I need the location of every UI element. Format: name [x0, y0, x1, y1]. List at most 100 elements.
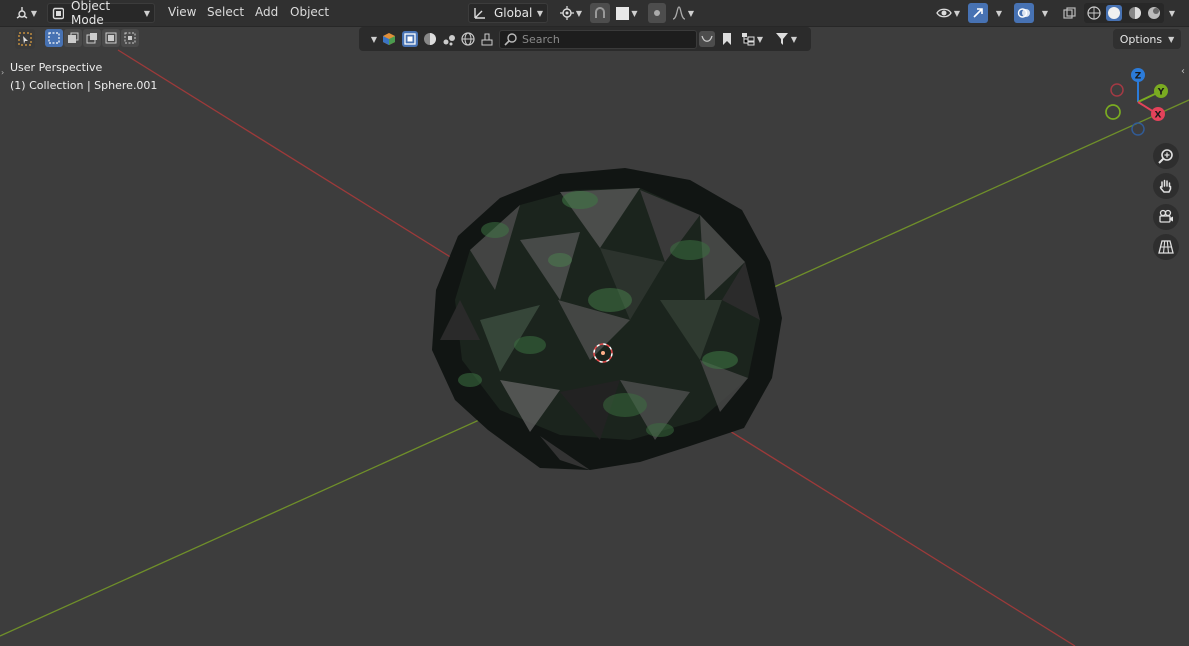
- viewport-header: ▼ Object Mode ▼ View Select Add Object G…: [0, 0, 1189, 27]
- chevron-down-icon: ▼: [631, 8, 638, 18]
- 3d-viewport[interactable]: Z Y X: [0, 0, 1189, 646]
- zoom-icon: [1158, 149, 1173, 164]
- pivot-icon: [559, 6, 574, 20]
- select-mode-new[interactable]: [45, 29, 63, 47]
- bookmark-button[interactable]: [719, 31, 735, 47]
- toolbar-expand-arrow-icon[interactable]: ›: [1, 68, 4, 77]
- chevron-down-icon: ▼: [995, 8, 1003, 18]
- ortho-toggle-button[interactable]: [1153, 234, 1179, 260]
- gizmo-x-label: X: [1155, 111, 1162, 121]
- search-input[interactable]: Search: [499, 30, 697, 49]
- editor-type-button[interactable]: ▼: [10, 3, 42, 23]
- search-icon: [504, 33, 517, 46]
- select-new-icon: [48, 32, 60, 44]
- transform-orientation-label: Global: [494, 6, 533, 20]
- world-icon: [461, 32, 475, 46]
- ortho-grid-icon: [1158, 240, 1174, 254]
- menu-object[interactable]: Object: [290, 5, 329, 19]
- select-intersect-icon: [124, 32, 136, 44]
- select-mode-subtract[interactable]: [83, 29, 101, 47]
- collection-info: (1) Collection | Sphere.001: [10, 79, 158, 92]
- filter-shading-button[interactable]: [422, 31, 438, 47]
- select-tool-button[interactable]: [15, 29, 35, 49]
- select-subtract-icon: [86, 33, 97, 44]
- chevron-down-icon: ▼: [143, 8, 150, 18]
- xray-toggle[interactable]: [1060, 3, 1078, 23]
- chevron-down-icon: ▼: [953, 8, 961, 18]
- select-mode-invert[interactable]: [102, 29, 120, 47]
- falloff-curve-icon: [672, 6, 686, 20]
- object-mode-icon: [404, 33, 416, 45]
- navigation-gizmo[interactable]: Z Y X: [1105, 68, 1168, 136]
- material-shading-icon[interactable]: [1128, 6, 1142, 20]
- visibility-dropdown[interactable]: ▼: [932, 3, 964, 23]
- camera-view-icon: [1159, 209, 1173, 223]
- select-box-icon: [18, 32, 32, 46]
- solid-shading-icon[interactable]: [1106, 5, 1123, 21]
- snap-icon: [595, 7, 605, 18]
- shading-mode-group: [1084, 3, 1164, 23]
- rendered-shading-icon[interactable]: [1147, 6, 1161, 20]
- mode-dropdown[interactable]: Object Mode ▼: [47, 0, 155, 27]
- chevron-down-icon: ▼: [370, 34, 378, 44]
- proportional-edit-icon: [654, 10, 660, 16]
- paint-brush-icon: [481, 33, 493, 46]
- wireframe-shading-icon[interactable]: [1087, 6, 1101, 20]
- gizmo-toggle[interactable]: [968, 3, 988, 23]
- snap-toggle[interactable]: [590, 3, 610, 23]
- overlay-dropdown[interactable]: ▼: [1036, 3, 1052, 23]
- pan-hand-icon: [1159, 179, 1172, 193]
- pan-button[interactable]: [1153, 173, 1179, 199]
- scene-canvas[interactable]: Z Y X: [0, 0, 1189, 646]
- funnel-icon: [775, 33, 788, 45]
- chevron-down-icon: ▼: [1168, 8, 1176, 18]
- menu-select[interactable]: Select: [207, 5, 244, 19]
- options-label: Options: [1119, 32, 1163, 46]
- chevron-down-icon: ▼: [790, 34, 798, 44]
- sidebar-expand-arrow-icon[interactable]: ‹: [1181, 66, 1185, 77]
- overlay-icon: [1017, 8, 1030, 18]
- gizmo-dropdown[interactable]: ▼: [990, 3, 1006, 23]
- options-dropdown[interactable]: Options ▼: [1113, 29, 1181, 49]
- menu-view[interactable]: View: [168, 5, 196, 19]
- object-types-button[interactable]: [381, 31, 397, 47]
- filter-invert-button[interactable]: [699, 31, 715, 47]
- menu-add[interactable]: Add: [255, 5, 278, 19]
- proportional-edit-toggle[interactable]: [648, 3, 666, 23]
- transform-orientation-icon: [474, 8, 485, 19]
- transform-orientation-dropdown[interactable]: Global ▼: [468, 3, 548, 23]
- hierarchy-icon: [741, 33, 755, 46]
- filter-mesh-button[interactable]: [402, 31, 418, 47]
- particles-icon: [443, 35, 455, 46]
- snap-target-dropdown[interactable]: ▼: [612, 3, 642, 23]
- chevron-down-icon: ▼: [30, 8, 38, 18]
- falloff-dropdown[interactable]: ▼: [668, 3, 698, 23]
- curve-icon: [701, 35, 713, 42]
- gizmo-icon: [973, 8, 983, 18]
- pivot-point-button[interactable]: ▼: [556, 3, 586, 23]
- shading-dropdown[interactable]: ▼: [1164, 3, 1178, 23]
- chevron-down-icon: ▼: [756, 34, 764, 44]
- object-mode-icon: [52, 7, 65, 19]
- view-name: User Perspective: [10, 61, 103, 74]
- gizmo-z-label: Z: [1135, 72, 1142, 82]
- select-mode-extend[interactable]: [64, 29, 82, 47]
- filter-dropdown[interactable]: ▼: [771, 31, 801, 47]
- filter-world-button[interactable]: [460, 31, 476, 47]
- search-placeholder: Search: [522, 33, 560, 46]
- xray-icon: [1062, 6, 1076, 19]
- camera-view-button[interactable]: [1153, 204, 1179, 230]
- filter-particles-button[interactable]: [441, 31, 457, 47]
- overlay-toggle[interactable]: [1014, 3, 1034, 23]
- select-mode-intersect[interactable]: [121, 29, 139, 47]
- filter-paint-button[interactable]: [479, 31, 495, 47]
- sphere-mesh[interactable]: [432, 168, 782, 470]
- object-types-icon: [383, 33, 395, 45]
- bookmark-icon: [723, 33, 731, 45]
- zoom-button[interactable]: [1153, 143, 1179, 169]
- editor-type-icon: [16, 7, 28, 19]
- visibility-icon: [936, 8, 952, 18]
- snap-increment-icon: [616, 6, 630, 20]
- hierarchy-dropdown[interactable]: ▼: [737, 31, 767, 47]
- filter-collapse-button[interactable]: ▼: [365, 31, 381, 47]
